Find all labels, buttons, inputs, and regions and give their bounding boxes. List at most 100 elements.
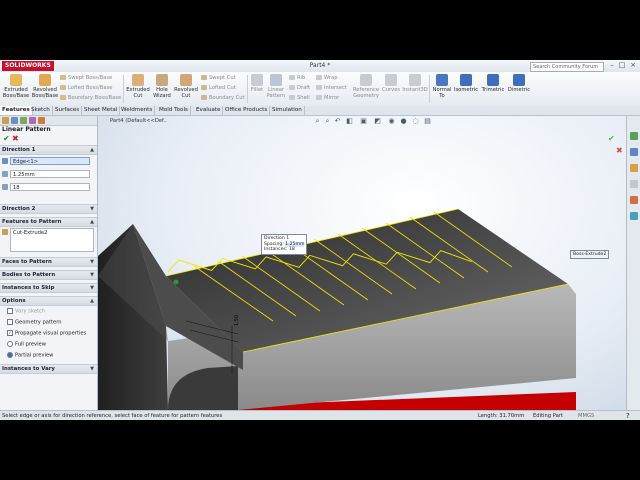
boundary-cut-button[interactable]: Boundary Cut	[201, 95, 245, 102]
expand-icon: ▼	[90, 259, 94, 265]
resources-icon[interactable]	[630, 132, 638, 140]
isometric-icon	[460, 74, 472, 86]
instances-input[interactable]: 18	[10, 183, 90, 191]
fillet-button[interactable]: Fillet	[249, 74, 265, 93]
instant3d-button[interactable]: Instant3D	[402, 74, 428, 93]
3d-model-view	[98, 208, 576, 410]
boundary-boss-icon	[60, 95, 66, 100]
expand-icon: ▼	[90, 206, 94, 212]
maximize-icon[interactable]: □	[618, 61, 626, 70]
letterbox-bottom	[0, 420, 640, 480]
swept-cut-button[interactable]: Swept Cut	[201, 75, 236, 82]
tab-mold-tools[interactable]: Mold Tools	[157, 106, 191, 115]
lofted-cut-button[interactable]: Lofted Cut	[201, 85, 236, 92]
normal-to-icon	[436, 74, 448, 86]
wrap-button[interactable]: Wrap	[316, 75, 338, 82]
confirm-corner-cancel-icon[interactable]: ✖	[616, 146, 623, 155]
graphics-area[interactable]: Part4 (Default<<Def.. ⌕ ⌕ ↶ ◧ ▣ ◩ ◉ ● ◌ …	[98, 116, 626, 410]
shell-button[interactable]: Shell	[289, 95, 310, 102]
hole-wizard-button[interactable]: Hole Wizard	[151, 74, 173, 99]
vary-sketch-checkbox[interactable]: Vary sketch	[7, 308, 45, 316]
command-manager: Extruded Boss/Base Revolved Boss/Base Sw…	[0, 72, 640, 107]
trimetric-button[interactable]: Trimetric	[480, 74, 506, 93]
instances-to-skip-section[interactable]: Instances to Skip ▼	[0, 283, 97, 293]
reference-geometry-button[interactable]: Reference Geometry	[350, 74, 382, 99]
propagate-visual-checkbox[interactable]: ✓ Propagate visual properties	[7, 330, 86, 338]
tab-evaluate[interactable]: Evaluate	[194, 106, 224, 115]
draft-icon	[289, 85, 295, 90]
swept-boss-button[interactable]: Swept Boss/Base	[60, 75, 112, 82]
instances-to-vary-section[interactable]: Instances to Vary ▼	[0, 364, 97, 374]
help-icon[interactable]: ?	[626, 411, 630, 420]
direction-icon	[2, 158, 8, 164]
collapse-icon: ▲	[90, 219, 94, 225]
geometry-pattern-checkbox[interactable]: Geometry pattern	[7, 319, 62, 327]
design-library-icon[interactable]	[630, 148, 638, 156]
dimension-value[interactable]: 1.50	[234, 315, 240, 326]
revolved-boss-button[interactable]: Revolved Boss/Base	[31, 74, 59, 99]
tab-features[interactable]: Features	[0, 106, 33, 115]
boundary-boss-button[interactable]: Boundary Boss/Base	[60, 95, 121, 102]
direction2-section[interactable]: Direction 2 ▼	[0, 204, 97, 214]
dimxpert-icon[interactable]	[29, 117, 36, 124]
solidworks-window: SOLIDWORKS Part4 * Search Community Foru…	[0, 60, 640, 420]
tab-sheet-metal[interactable]: Sheet Metal	[82, 106, 121, 115]
tab-sketch[interactable]: Sketch	[29, 106, 53, 115]
close-icon[interactable]: ×	[629, 61, 637, 70]
options-section[interactable]: Options ▲	[0, 296, 97, 306]
file-explorer-icon[interactable]	[630, 164, 638, 172]
features-list[interactable]: Cut-Extrude2	[10, 228, 94, 252]
curves-button[interactable]: Curves	[381, 74, 401, 93]
trimetric-icon	[487, 74, 499, 86]
revolved-cut-button[interactable]: Revolved Cut	[173, 74, 199, 99]
separator	[123, 75, 124, 103]
tab-weldments[interactable]: Weldments	[119, 106, 156, 115]
normal-to-button[interactable]: Normal To	[431, 74, 453, 99]
extrude-icon	[10, 74, 22, 86]
mirror-button[interactable]: Mirror	[316, 95, 339, 102]
revolve-icon	[39, 74, 51, 86]
dimetric-button[interactable]: Dimetric	[506, 74, 532, 93]
solidworks-logo: SOLIDWORKS	[2, 61, 54, 71]
view-palette-icon[interactable]	[630, 180, 638, 188]
status-bar: Select edge or axis for direction refere…	[0, 410, 640, 420]
tab-surfaces[interactable]: Surfaces	[53, 106, 83, 115]
property-manager-icon[interactable]	[11, 117, 18, 124]
status-length: Length: 31.70mm	[478, 413, 525, 419]
list-item[interactable]: Cut-Extrude2	[13, 230, 91, 236]
confirm-corner-ok-icon[interactable]: ✔	[608, 134, 615, 143]
draft-button[interactable]: Draft	[289, 85, 310, 92]
task-pane	[626, 116, 640, 410]
ok-icon[interactable]: ✔	[3, 135, 10, 143]
display-manager-icon[interactable]	[38, 117, 45, 124]
tab-office-products[interactable]: Office Products	[223, 106, 271, 115]
panel-tabs	[0, 116, 97, 126]
configuration-icon[interactable]	[20, 117, 27, 124]
isometric-button[interactable]: Isometric	[453, 74, 479, 93]
partial-preview-radio[interactable]: Partial preview	[7, 352, 53, 360]
linear-pattern-button[interactable]: Linear Pattern	[265, 74, 287, 99]
direction1-section[interactable]: Direction 1 ▲	[0, 145, 97, 155]
extruded-cut-button[interactable]: Extruded Cut	[125, 74, 151, 99]
status-units[interactable]: MMGS	[578, 411, 594, 420]
full-preview-radio[interactable]: Full preview	[7, 341, 46, 349]
spacing-input[interactable]: 1.25mm	[10, 170, 90, 178]
tab-simulation[interactable]: Simulation	[270, 106, 305, 115]
extruded-boss-button[interactable]: Extruded Boss/Base	[2, 74, 30, 99]
intersect-button[interactable]: Intersect	[316, 85, 347, 92]
lofted-boss-button[interactable]: Lofted Boss/Base	[60, 85, 112, 92]
direction-callout[interactable]: Direction 1 Spacing: 1.25mm Instances: 1…	[261, 234, 308, 255]
direction-edge-field[interactable]: Edge<1>	[10, 157, 90, 165]
search-input[interactable]: Search Community Forum	[530, 62, 604, 72]
rib-button[interactable]: Rib	[289, 75, 305, 82]
feature-tree-icon[interactable]	[2, 117, 9, 124]
features-to-pattern-section[interactable]: Features to Pattern ▲	[0, 217, 97, 227]
bodies-to-pattern-section[interactable]: Bodies to Pattern ▼	[0, 270, 97, 280]
rib-icon	[289, 75, 295, 80]
feature-flag[interactable]: Boss-Extrude2	[570, 250, 610, 259]
custom-properties-icon[interactable]	[630, 212, 638, 220]
cancel-icon[interactable]: ✖	[12, 135, 19, 143]
appearances-icon[interactable]	[630, 196, 638, 204]
minimize-icon[interactable]: –	[608, 61, 616, 70]
faces-to-pattern-section[interactable]: Faces to Pattern ▼	[0, 257, 97, 267]
